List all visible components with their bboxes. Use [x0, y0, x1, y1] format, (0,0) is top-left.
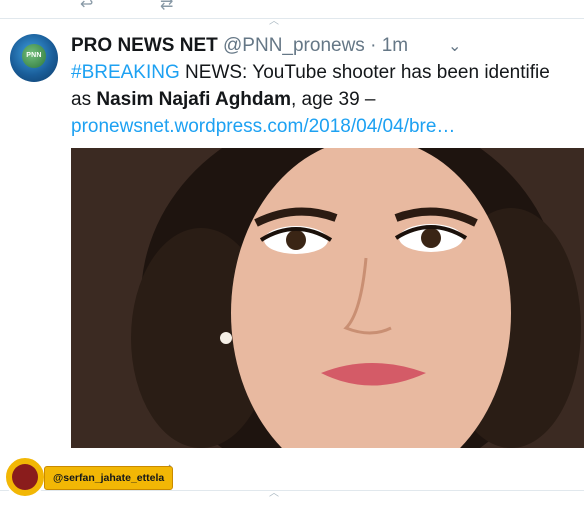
tweet-text: , age 39 –: [290, 89, 376, 110]
previous-tweet-actions: ↩ ⇄: [0, 0, 584, 14]
timestamp[interactable]: 1m: [382, 35, 408, 56]
divider: [0, 18, 584, 19]
watermark: @serfan_jahate_ettela: [4, 456, 178, 498]
tweet-link-line: pronewsnet.wordpress.com/2018/04/04/bre…: [71, 115, 455, 139]
article-link[interactable]: pronewsnet.wordpress.com/2018/04/04/bre…: [71, 116, 455, 137]
person-name: Nasim Najafi Aghdam: [96, 89, 291, 110]
watermark-logo: [4, 456, 46, 498]
tweet-text-line-2: as Nasim Najafi Aghdam, age 39 –: [71, 88, 376, 112]
chevron-up-icon: ︿: [269, 488, 279, 499]
tweet-text-line-1: #BREAKING NEWS: YouTube shooter has been…: [71, 61, 550, 85]
logo-emblem: [12, 464, 38, 490]
reply-icon[interactable]: ↩: [80, 0, 93, 14]
author-handle[interactable]: @PNN_pronews: [223, 35, 365, 56]
tweet-text: as: [71, 89, 97, 110]
tweet-text: NEWS: YouTube shooter has been identifie: [179, 62, 550, 83]
retweet-icon[interactable]: ⇄: [160, 0, 173, 14]
tweet-photo[interactable]: [71, 148, 584, 448]
chevron-down-icon[interactable]: ⌄: [448, 36, 468, 56]
avatar[interactable]: PNN: [10, 34, 58, 82]
separator-dot: ·: [370, 35, 377, 56]
author-name[interactable]: PRO NEWS NET: [71, 35, 218, 56]
chevron-up-icon: ︿: [269, 16, 279, 27]
portrait-photo: [71, 148, 584, 448]
watermark-handle: @serfan_jahate_ettela: [44, 466, 174, 490]
avatar-logo-text: PNN: [26, 52, 42, 59]
tweet-header: PRO NEWS NET @PNN_pronews · 1m: [71, 34, 408, 58]
hashtag-link[interactable]: #BREAKING: [71, 62, 180, 83]
